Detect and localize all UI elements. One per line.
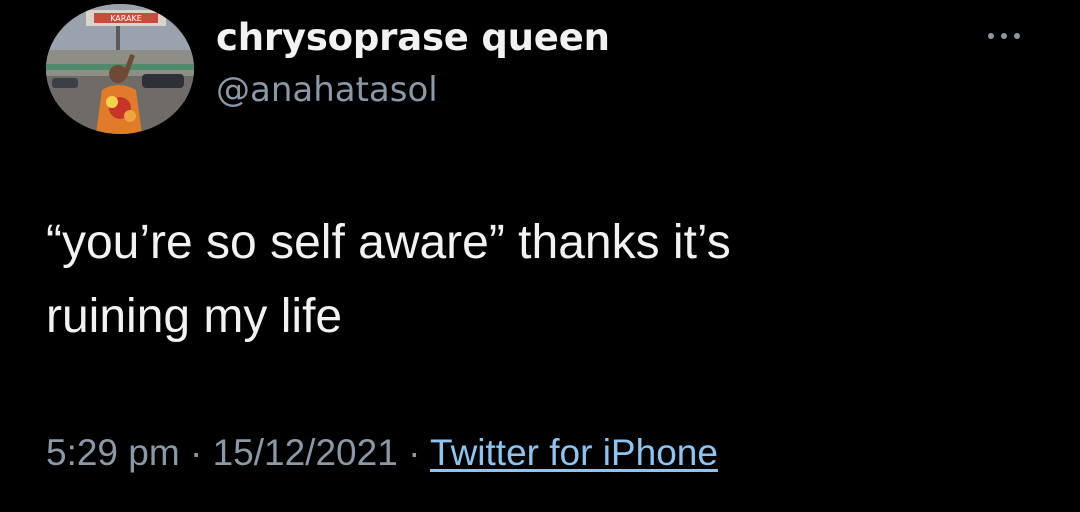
more-horizontal-icon-dot	[1014, 33, 1020, 39]
avatar[interactable]: KARAKE	[46, 4, 194, 134]
meta-separator: ·	[408, 432, 421, 473]
avatar-photo: KARAKE	[46, 4, 194, 134]
tweet-text: “you’re so self aware” thanks it’s ruini…	[46, 206, 1046, 354]
more-options-button[interactable]	[980, 22, 1032, 50]
tweet: KARAKE chrysoprase queen @anahatasol “yo…	[0, 0, 1080, 512]
meta-separator: ·	[189, 432, 203, 473]
user-handle[interactable]: @anahatasol	[216, 70, 438, 110]
tweet-time[interactable]: 5:29 pm	[46, 432, 180, 473]
avatar-sign-text: KARAKE	[110, 14, 142, 23]
tweet-text-line: ruining my life	[46, 290, 343, 343]
more-horizontal-icon-dot	[1001, 33, 1007, 39]
tweet-source-link[interactable]: Twitter for iPhone	[430, 432, 718, 473]
more-horizontal-icon	[988, 33, 994, 39]
tweet-text-line: “you’re so self aware” thanks it’s	[46, 216, 731, 269]
tweet-date[interactable]: 15/12/2021	[213, 432, 398, 473]
display-name[interactable]: chrysoprase queen	[216, 16, 610, 59]
tweet-metadata: 5:29 pm · 15/12/2021 · Twitter for iPhon…	[46, 432, 718, 474]
